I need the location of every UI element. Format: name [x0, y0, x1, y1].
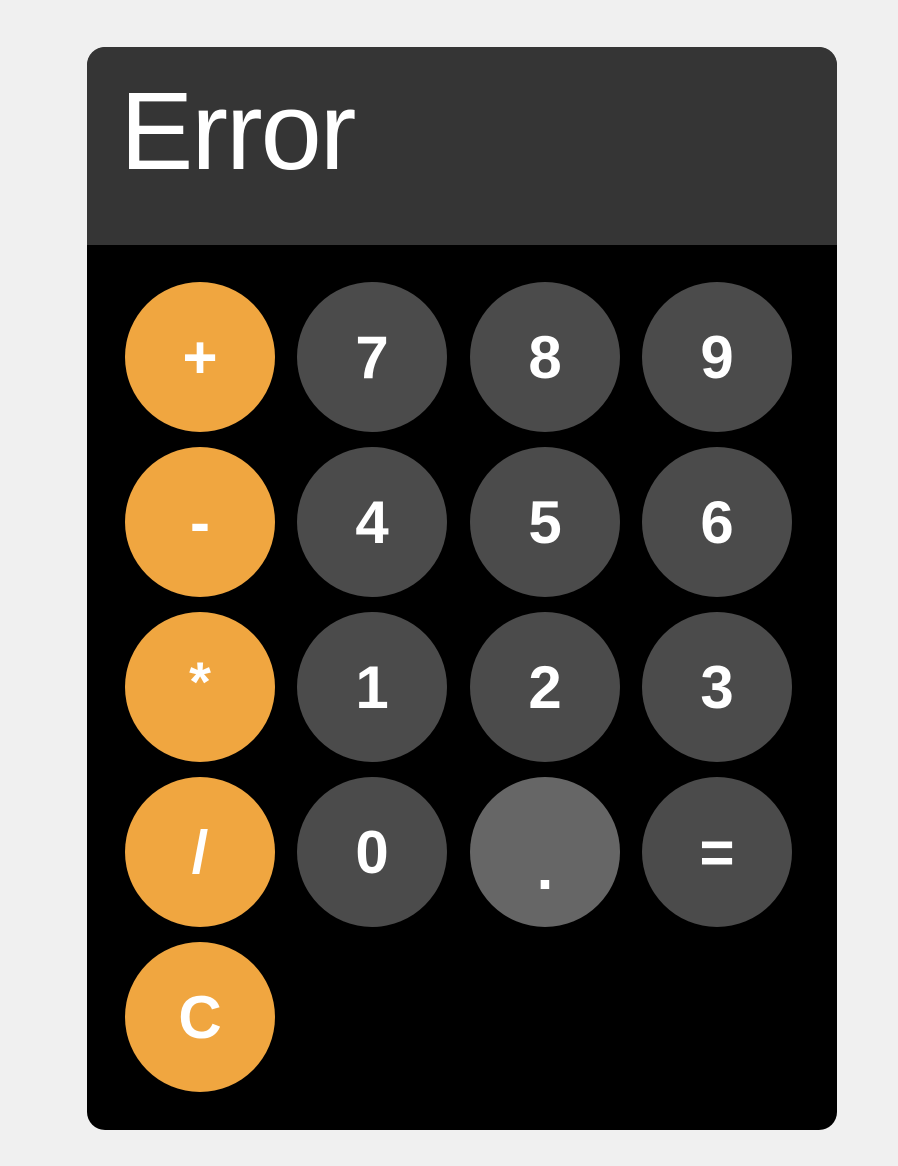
six-button[interactable]: 6	[642, 447, 792, 597]
eight-button-label: 8	[528, 323, 562, 391]
one-button[interactable]: 1	[297, 612, 447, 762]
display: Error	[87, 47, 837, 245]
divide-button[interactable]: /	[125, 777, 275, 927]
plus-button-label: +	[182, 323, 218, 391]
four-button-label: 4	[355, 488, 389, 556]
five-button-label: 5	[528, 488, 562, 556]
zero-button[interactable]: 0	[297, 777, 447, 927]
zero-button-label: 0	[355, 818, 389, 886]
multiply-button-label: *	[189, 649, 211, 713]
seven-button[interactable]: 7	[297, 282, 447, 432]
seven-button-label: 7	[355, 323, 389, 391]
divide-button-label: /	[191, 818, 209, 886]
eight-button[interactable]: 8	[470, 282, 620, 432]
calculator: Error + 7 8 9 - 4 5 6 * 1 2 3 / 0 . = C	[87, 47, 837, 1130]
nine-button[interactable]: 9	[642, 282, 792, 432]
multiply-button[interactable]: *	[125, 612, 275, 762]
one-button-label: 1	[355, 653, 389, 721]
three-button[interactable]: 3	[642, 612, 792, 762]
nine-button-label: 9	[700, 323, 734, 391]
three-button-label: 3	[700, 653, 734, 721]
six-button-label: 6	[700, 488, 734, 556]
equals-button-label: =	[699, 818, 735, 886]
minus-button-label: -	[190, 488, 210, 556]
clear-button[interactable]: C	[125, 942, 275, 1092]
plus-button[interactable]: +	[125, 282, 275, 432]
minus-button[interactable]: -	[125, 447, 275, 597]
decimal-button-label: .	[536, 834, 554, 902]
equals-button[interactable]: =	[642, 777, 792, 927]
four-button[interactable]: 4	[297, 447, 447, 597]
five-button[interactable]: 5	[470, 447, 620, 597]
two-button[interactable]: 2	[470, 612, 620, 762]
display-value: Error	[120, 70, 356, 193]
decimal-button[interactable]: .	[470, 777, 620, 927]
two-button-label: 2	[528, 653, 562, 721]
clear-button-label: C	[178, 983, 222, 1051]
